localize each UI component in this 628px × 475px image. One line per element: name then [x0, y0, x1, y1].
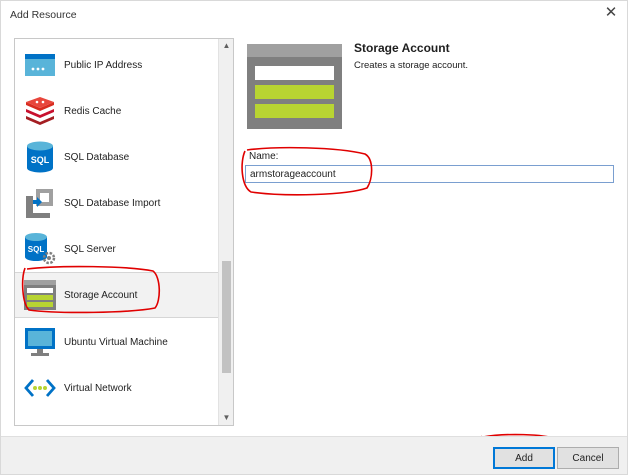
- close-icon[interactable]: ✕: [603, 5, 619, 21]
- resource-name-heading: Storage Account: [354, 41, 450, 55]
- list-item-label: Virtual Network: [64, 382, 132, 394]
- scroll-down-arrow-icon[interactable]: ▼: [219, 411, 233, 425]
- list-item-label: Public IP Address: [64, 59, 143, 71]
- list-item-label: Storage Account: [64, 289, 138, 301]
- list-item-public-ip-address[interactable]: Public IP Address: [15, 42, 218, 88]
- cloud-icon: [23, 417, 57, 425]
- redis-cache-icon: [23, 94, 57, 128]
- virtual-network-icon: [23, 371, 57, 405]
- storage-account-large-icon: [247, 44, 342, 129]
- list-item-label: Redis Cache: [64, 105, 122, 117]
- sql-server-icon: SQL: [23, 232, 57, 266]
- list-item-redis-cache[interactable]: Redis Cache: [15, 88, 218, 134]
- scroll-up-arrow-icon[interactable]: ▲: [219, 39, 233, 53]
- ubuntu-vm-icon: [23, 325, 57, 359]
- public-ip-icon: [23, 48, 57, 82]
- list-item-label: SQL Database: [64, 151, 130, 163]
- list-item-sql-server[interactable]: SQL SQL Server: [15, 226, 218, 272]
- list-item-partial-bottom: [15, 411, 218, 425]
- cancel-button[interactable]: Cancel: [557, 447, 619, 469]
- dialog-footer: Add Cancel: [1, 436, 627, 474]
- scrollbar-thumb[interactable]: [222, 261, 231, 373]
- list-item-virtual-network[interactable]: Virtual Network: [15, 365, 218, 411]
- storage-account-icon: [23, 278, 57, 312]
- sql-database-import-icon: [23, 186, 57, 220]
- dialog-title: Add Resource: [10, 9, 77, 21]
- add-resource-dialog: Add Resource ✕ Public IP Address Redis C…: [0, 0, 628, 475]
- name-input[interactable]: [245, 165, 614, 183]
- list-item-label: SQL Database Import: [64, 197, 161, 209]
- list-item-label: Ubuntu Virtual Machine: [64, 336, 168, 348]
- name-field-label: Name:: [249, 151, 279, 162]
- list-item-sql-database[interactable]: SQL SQL Database: [15, 134, 218, 180]
- resource-list-panel: Public IP Address Redis Cache SQL SQL Da…: [14, 38, 234, 426]
- resource-list[interactable]: Public IP Address Redis Cache SQL SQL Da…: [15, 39, 218, 425]
- list-item-storage-account[interactable]: Storage Account: [15, 272, 218, 318]
- list-item-ubuntu-virtual-machine[interactable]: Ubuntu Virtual Machine: [15, 319, 218, 365]
- sql-database-icon: SQL: [23, 140, 57, 174]
- svg-text:SQL: SQL: [31, 155, 50, 165]
- list-item-label: SQL Server: [64, 243, 116, 255]
- list-scrollbar[interactable]: ▲ ▼: [218, 39, 233, 425]
- resource-description: Creates a storage account.: [354, 60, 469, 71]
- add-button[interactable]: Add: [493, 447, 555, 469]
- svg-text:SQL: SQL: [28, 245, 45, 254]
- list-item-sql-database-import[interactable]: SQL Database Import: [15, 180, 218, 226]
